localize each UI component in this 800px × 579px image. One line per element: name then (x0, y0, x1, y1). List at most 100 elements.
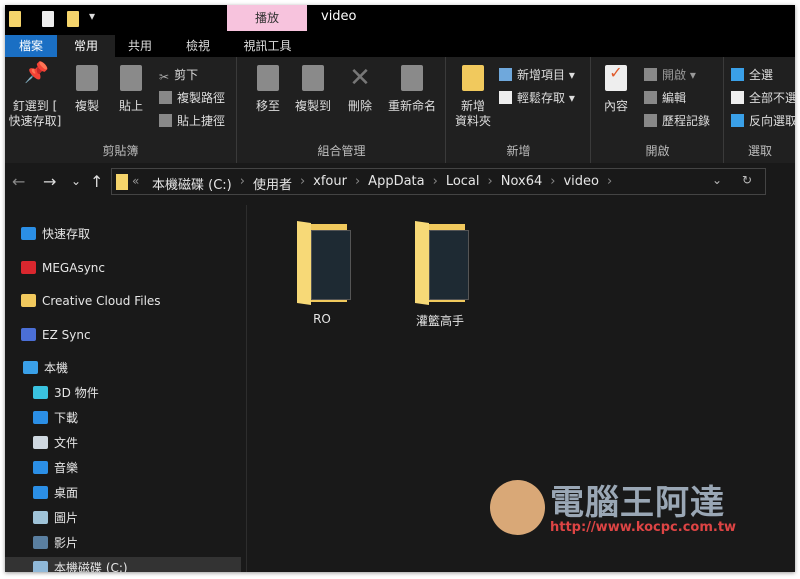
video-folder-icon (289, 220, 355, 306)
group-select: 全選 全部不選 反向選取 選取 (725, 57, 795, 163)
sidebar-item-label: 本機 (44, 361, 69, 375)
copy-path-icon (159, 91, 172, 104)
select-none-icon (731, 91, 744, 104)
sidebar-item[interactable]: 影片 (33, 532, 78, 554)
creative-cloud-folder-icon (21, 294, 36, 307)
breadcrumb-item[interactable]: AppData (368, 174, 424, 193)
invert-selection-button[interactable]: 反向選取 (731, 112, 795, 129)
back-button[interactable]: ← (12, 172, 25, 191)
new-folder-button[interactable]: 新增 資料夾 (453, 65, 493, 129)
sidebar-item-label: 3D 物件 (54, 386, 99, 400)
pin-icon: 📌 (24, 60, 49, 84)
tab-video-tools[interactable]: 視訊工具 (230, 35, 305, 57)
rename-icon (401, 65, 423, 91)
breadcrumb-item[interactable]: 本機磁碟 (C:) (152, 174, 232, 193)
open-button[interactable]: 開啟 ▾ (644, 66, 696, 83)
new-item-button[interactable]: 新增項目 ▾ (499, 66, 575, 83)
overflow-chevron[interactable]: « (132, 174, 139, 188)
select-none-button[interactable]: 全部不選 (731, 89, 795, 106)
copy-to-icon (302, 65, 324, 91)
breadcrumb-item[interactable]: xfour (313, 174, 347, 193)
breadcrumb-item[interactable]: Nox64 (501, 174, 543, 193)
address-bar[interactable]: « 本機磁碟 (C:) › 使用者 › xfour › AppData › Local ›… (111, 168, 766, 195)
computer-icon (23, 361, 38, 374)
forward-button[interactable]: → (43, 172, 56, 191)
refresh-button[interactable]: ↻ (742, 173, 752, 187)
music-icon (33, 461, 48, 474)
easy-access-icon (499, 91, 512, 104)
sidebar-item[interactable]: Creative Cloud Files (21, 290, 161, 312)
copy-to-button[interactable]: 複製到 (290, 65, 336, 114)
file-explorer-window: ▾ 播放 video 檔案 常用 共用 檢視 視訊工具 📌 釘選到 [快速存取] … (5, 5, 795, 572)
delete-button[interactable]: ✕ 刪除 (342, 65, 378, 114)
drive-icon (33, 561, 48, 572)
sidebar-item[interactable]: 快速存取 (21, 223, 90, 245)
pane-divider[interactable] (246, 205, 247, 572)
customize-toolbar-icon[interactable]: ▾ (89, 9, 95, 25)
mega-icon (21, 261, 36, 274)
sidebar-item[interactable]: 3D 物件 (33, 382, 99, 404)
folder-name: 灌籃高手 (415, 314, 464, 328)
tab-share[interactable]: 共用 (115, 35, 165, 57)
properties-icon: ✓ (605, 65, 627, 91)
breadcrumb-item[interactable]: 使用者 (253, 174, 292, 193)
sidebar-item[interactable]: 文件 (33, 432, 78, 454)
breadcrumb-item[interactable]: Local (446, 174, 480, 193)
rename-button[interactable]: 重新命名 (382, 65, 442, 114)
sidebar-item[interactable]: 本機 (23, 357, 68, 379)
navigation-bar: ← → ⌄ ↑ « 本機磁碟 (C:) › 使用者 › xfour › AppData… (5, 165, 795, 199)
easy-access-button[interactable]: 輕鬆存取 ▾ (499, 89, 575, 106)
select-all-icon (731, 68, 744, 81)
properties-icon[interactable] (42, 11, 54, 27)
edit-button[interactable]: 編輯 (644, 89, 686, 106)
sidebar-item[interactable]: 音樂 (33, 457, 78, 479)
download-icon (33, 411, 48, 424)
sidebar-item[interactable]: 圖片 (33, 507, 78, 529)
properties-button[interactable]: ✓ 內容 (598, 65, 634, 114)
sidebar-item[interactable]: 本機磁碟 (C:) (5, 557, 241, 572)
history-button[interactable]: 歷程記錄 (644, 112, 710, 129)
breadcrumb: 本機磁碟 (C:) › 使用者 › xfour › AppData › Local › N… (152, 174, 613, 193)
desktop-icon (33, 486, 48, 499)
select-all-button[interactable]: 全選 (731, 66, 773, 83)
sidebar-item-label: 音樂 (54, 461, 79, 475)
up-button[interactable]: ↑ (90, 172, 103, 191)
copy-path-button[interactable]: 複製路徑 (159, 89, 225, 106)
copy-button[interactable]: 複製 (67, 65, 107, 114)
folder-item[interactable]: RO (277, 220, 367, 326)
ribbon-tabs: 檔案 常用 共用 檢視 視訊工具 (5, 35, 795, 57)
edit-icon (644, 91, 657, 104)
recent-locations-button[interactable]: ⌄ (71, 174, 81, 188)
sidebar-item[interactable]: 下載 (33, 407, 78, 429)
invert-selection-icon (731, 114, 744, 127)
sidebar-item[interactable]: 桌面 (33, 482, 78, 504)
new-folder-icon[interactable] (67, 11, 79, 27)
watermark-logo: 電腦王阿達 http://www.kocpc.com.tw (485, 465, 775, 545)
sidebar-item-label: 快速存取 (42, 227, 91, 241)
pin-quick-access-button[interactable]: 📌 釘選到 [快速存取] (7, 60, 63, 129)
context-tab-play[interactable]: 播放 (227, 5, 307, 31)
paste-shortcut-button[interactable]: 貼上捷徑 (159, 112, 225, 129)
sidebar-item-label: 文件 (54, 436, 79, 450)
tab-view[interactable]: 檢視 (173, 35, 223, 57)
move-to-button[interactable]: 移至 (248, 65, 288, 114)
tab-home[interactable]: 常用 (57, 35, 115, 57)
folder-item[interactable]: 灌籃高手 (395, 220, 485, 329)
delete-icon: ✕ (349, 63, 371, 93)
address-dropdown-button[interactable]: ⌄ (712, 173, 722, 187)
paste-shortcut-icon (159, 114, 172, 127)
sidebar-item-label: Creative Cloud Files (42, 294, 161, 308)
navigation-pane: 快速存取 MEGAsync Creative Cloud Files EZ Sync 本… (5, 205, 246, 572)
pictures-icon (33, 511, 48, 524)
group-new: 新增 資料夾 新增項目 ▾ 輕鬆存取 ▾ 新增 (447, 57, 591, 163)
move-to-icon (257, 65, 279, 91)
cut-button[interactable]: ✂ 剪下 (159, 66, 198, 84)
paste-button[interactable]: 貼上 (111, 65, 151, 114)
breadcrumb-item[interactable]: video (563, 174, 599, 193)
sidebar-item[interactable]: MEGAsync (21, 257, 105, 279)
tab-file[interactable]: 檔案 (5, 35, 57, 57)
document-icon (33, 436, 48, 449)
sidebar-item-label: MEGAsync (42, 261, 105, 275)
cube-icon (33, 386, 48, 399)
sidebar-item[interactable]: EZ Sync (21, 324, 91, 346)
